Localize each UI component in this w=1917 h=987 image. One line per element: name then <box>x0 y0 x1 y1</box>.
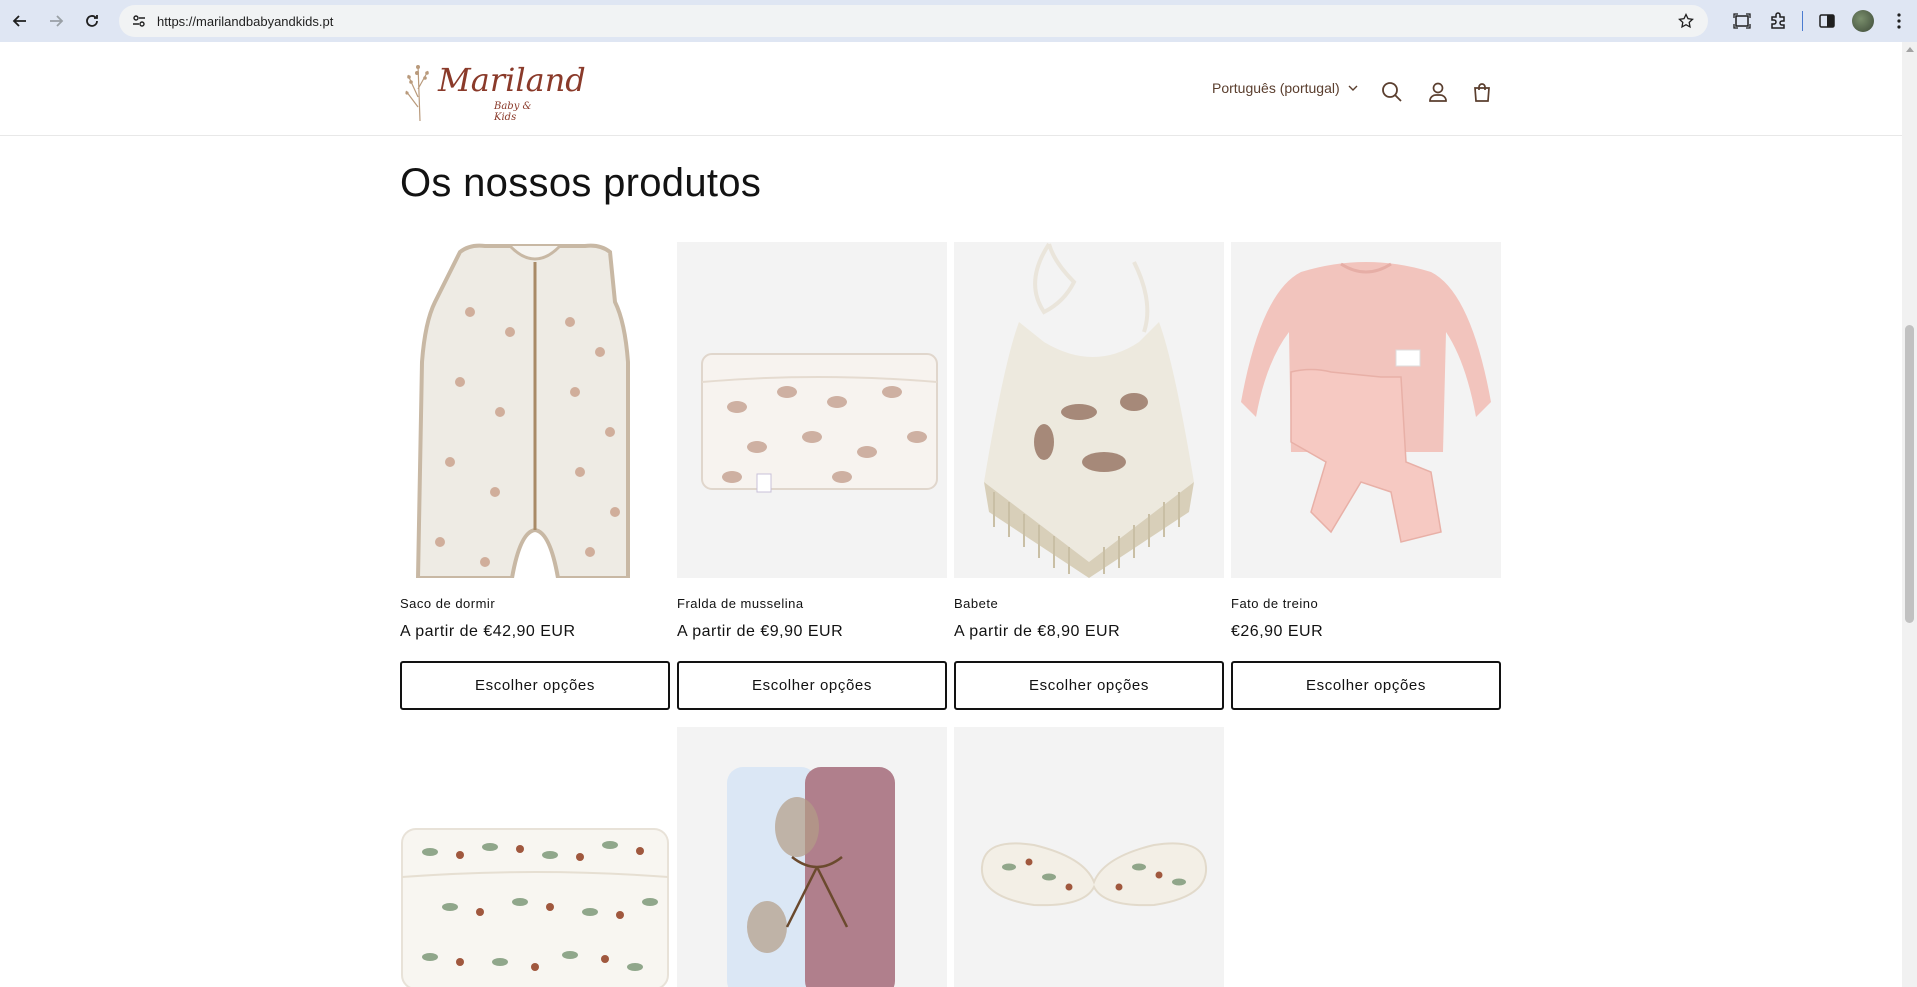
page-scrollbar[interactable] <box>1902 42 1917 987</box>
choose-options-button[interactable]: Escolher opções <box>677 661 947 710</box>
forward-icon[interactable] <box>38 3 74 39</box>
scroll-up-arrow[interactable] <box>1906 47 1914 52</box>
logo-subtitle: Baby & Kids <box>494 101 532 123</box>
choose-options-button[interactable]: Escolher opções <box>954 661 1224 710</box>
product-image-headband[interactable] <box>954 727 1224 987</box>
product-image-muslin-diaper[interactable] <box>677 242 947 578</box>
language-selector[interactable]: Português (portugal) <box>1212 80 1358 96</box>
side-panel-icon[interactable] <box>1809 3 1845 39</box>
product-title[interactable]: Saco de dormir <box>400 596 670 611</box>
choose-options-button[interactable]: Escolher opções <box>400 661 670 710</box>
product-image-muslin-set[interactable] <box>677 727 947 987</box>
product-card[interactable] <box>400 727 670 987</box>
language-label: Português (portugal) <box>1212 80 1340 96</box>
cart-icon[interactable] <box>1468 78 1496 106</box>
product-title[interactable]: Fralda de musselina <box>677 596 947 611</box>
product-price: A partir de €8,90 EUR <box>954 623 1121 640</box>
star-icon[interactable] <box>1674 9 1698 33</box>
store-header: Mariland Baby & Kids Português (portugal… <box>0 42 1902 136</box>
product-card[interactable]: Babete A partir de €8,90 EUR Escolher op… <box>954 242 1224 710</box>
profile-avatar[interactable] <box>1845 3 1881 39</box>
account-icon[interactable] <box>1424 78 1452 106</box>
search-icon[interactable] <box>1378 78 1406 106</box>
product-card[interactable]: Saco de dormir A partir de €42,90 EUR Es… <box>400 242 670 710</box>
product-price: A partir de €42,90 EUR <box>400 623 576 640</box>
scrollbar-thumb[interactable] <box>1905 325 1914 623</box>
extensions-icon[interactable] <box>1760 3 1796 39</box>
product-price: A partir de €9,90 EUR <box>677 623 844 640</box>
menu-icon[interactable] <box>1881 3 1917 39</box>
product-card[interactable] <box>677 727 947 987</box>
product-image-tracksuit[interactable] <box>1231 242 1501 578</box>
product-image-sleeping-bag[interactable] <box>400 242 670 578</box>
reload-icon[interactable] <box>74 3 110 39</box>
product-title[interactable]: Fato de treino <box>1231 596 1501 611</box>
section-title: Os nossos produtos <box>400 161 762 205</box>
screenshot-icon[interactable] <box>1724 3 1760 39</box>
product-title[interactable]: Babete <box>954 596 1224 611</box>
product-card[interactable] <box>954 727 1224 987</box>
chevron-down-icon <box>1348 85 1358 91</box>
url-text[interactable]: https://marilandbabyandkids.pt <box>157 14 333 29</box>
product-image-floral-blanket[interactable] <box>400 727 670 987</box>
choose-options-button[interactable]: Escolher opções <box>1231 661 1501 710</box>
product-card[interactable]: Fato de treino €26,90 EUR Escolher opçõe… <box>1231 242 1501 710</box>
toolbar-divider <box>1802 11 1803 31</box>
lavender-icon <box>405 64 429 122</box>
browser-toolbar: https://marilandbabyandkids.pt <box>0 0 1917 42</box>
back-icon[interactable] <box>2 3 38 39</box>
product-card[interactable]: Fralda de musselina A partir de €9,90 EU… <box>677 242 947 710</box>
site-info-icon[interactable] <box>127 9 151 33</box>
store-logo[interactable]: Mariland Baby & Kids <box>400 57 586 123</box>
product-image-bib[interactable] <box>954 242 1224 578</box>
product-price: €26,90 EUR <box>1231 623 1324 640</box>
address-bar[interactable]: https://marilandbabyandkids.pt <box>119 5 1708 37</box>
logo-text: Mariland <box>438 61 586 99</box>
